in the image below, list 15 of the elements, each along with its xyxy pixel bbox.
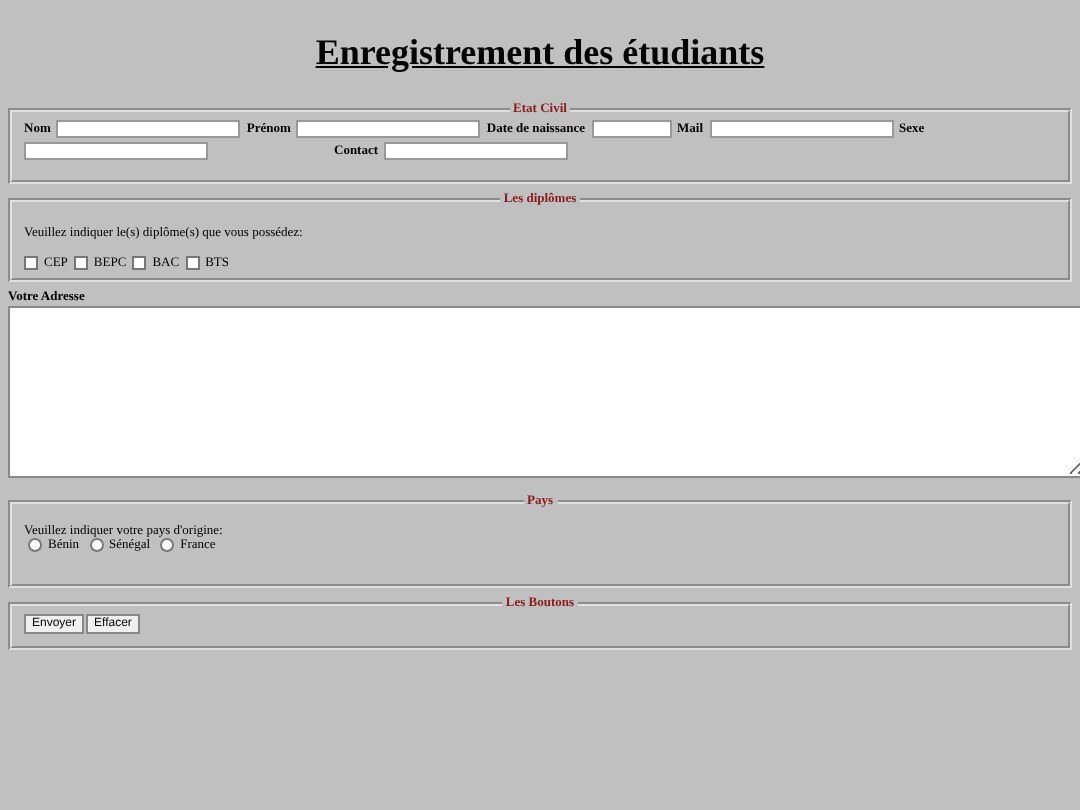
radio-button[interactable]: [160, 538, 175, 552]
text-field[interactable]: [709, 120, 893, 138]
text-field[interactable]: [24, 142, 208, 160]
radio-button[interactable]: [89, 538, 104, 552]
radio-button[interactable]: [28, 538, 42, 552]
text-field[interactable]: [296, 120, 481, 138]
checkbox[interactable]: [132, 256, 147, 270]
checkbox[interactable]: [24, 256, 38, 270]
text-field[interactable]: [384, 142, 569, 160]
address-field[interactable]: [8, 306, 1080, 478]
checkbox[interactable]: [185, 256, 200, 270]
text-field[interactable]: [591, 120, 671, 138]
text-field[interactable]: [56, 120, 241, 138]
page-title: Enregistrement des étudiants: [315, 32, 765, 74]
checkbox[interactable]: [73, 256, 88, 270]
